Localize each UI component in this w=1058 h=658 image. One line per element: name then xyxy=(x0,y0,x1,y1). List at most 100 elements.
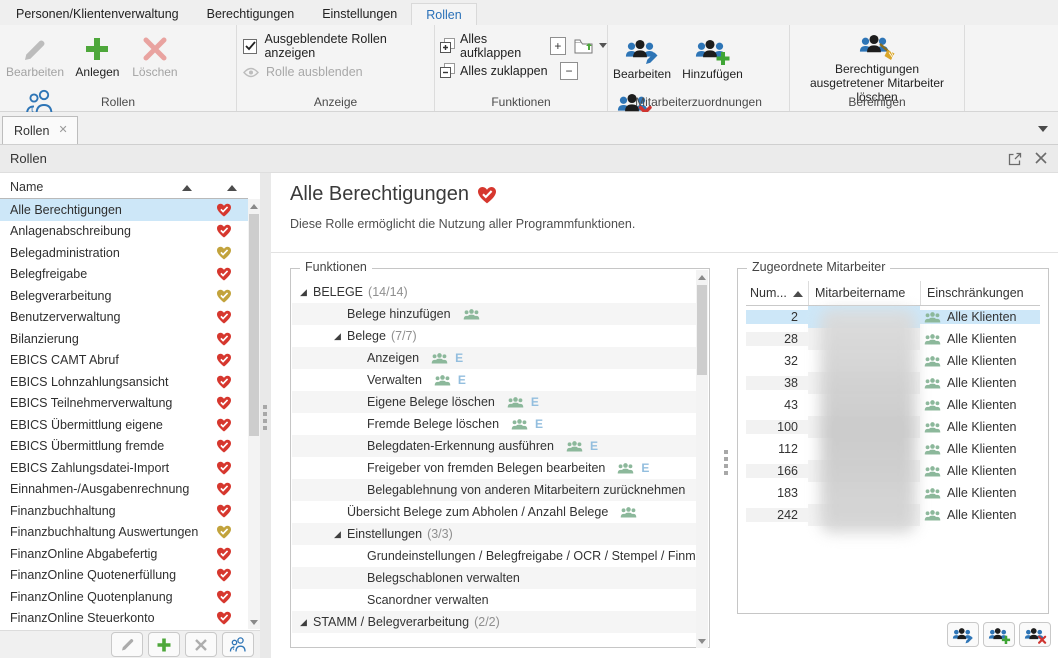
expand-all-button[interactable]: Alles aufklappen xyxy=(460,32,546,60)
role-row[interactable]: EBICS Übermittlung fremde xyxy=(0,436,248,458)
member-row[interactable]: 166 Alle Klienten xyxy=(746,460,1040,482)
add-role-small-button[interactable] xyxy=(148,632,180,657)
tab-list-dropdown-icon[interactable] xyxy=(1038,126,1048,132)
assignment-add-button[interactable]: Hinzufügen xyxy=(678,31,746,81)
function-tree-row[interactable]: ◢ Freigeber von fremden Belegen bearbeit… xyxy=(292,457,696,479)
document-tab-rollen[interactable]: Rollen ✕ xyxy=(2,116,78,144)
function-tree-row[interactable]: ◢ Belegdaten-Erkennung ausführen E xyxy=(292,435,696,457)
assignment-edit-button[interactable]: Bearbeiten xyxy=(610,31,674,81)
role-row[interactable]: FinanzOnline Steuerkonto xyxy=(0,608,248,630)
function-tree-row[interactable]: ◢ Fremde Belege löschen E xyxy=(292,413,696,435)
role-row[interactable]: FinanzOnline Abgabefertig xyxy=(0,543,248,565)
sort-asc-icon[interactable] xyxy=(793,291,803,297)
collapse-node-button[interactable]: − xyxy=(560,62,578,80)
function-tree-row[interactable]: ◢ Belegschablonen verwalten xyxy=(292,567,696,589)
member-row[interactable]: 112 Alle Klienten xyxy=(746,438,1040,460)
duplicate-role-small-button[interactable]: t xyxy=(222,632,254,657)
close-icon[interactable]: ✕ xyxy=(58,125,67,136)
ribbon-tab-berechtigungen[interactable]: Berechtigungen xyxy=(193,3,309,25)
function-tree-row[interactable]: ◢ BELEGE (14/14) xyxy=(292,281,696,303)
expander-icon[interactable]: ◢ xyxy=(300,287,313,298)
role-row[interactable]: EBICS Übermittlung eigene xyxy=(0,414,248,436)
ribbon-tab-einstellungen[interactable]: Einstellungen xyxy=(308,3,411,25)
groupbox-splitter-grip[interactable] xyxy=(724,450,728,475)
popout-icon[interactable] xyxy=(1008,152,1022,166)
ribbon-tab-rollen[interactable]: Rollen xyxy=(411,3,476,25)
number-column-header[interactable]: Num... xyxy=(746,281,808,305)
scroll-up-icon[interactable] xyxy=(696,270,708,284)
role-row[interactable]: FinanzOnline Quotenerfüllung xyxy=(0,565,248,587)
member-row[interactable]: 38 Alle Klienten xyxy=(746,372,1040,394)
close-panel-icon[interactable] xyxy=(1035,152,1047,164)
member-row[interactable]: 183 Alle Klienten xyxy=(746,482,1040,504)
name-column-header[interactable]: Mitarbeitername xyxy=(808,281,920,305)
delete-role-small-button[interactable] xyxy=(185,632,217,657)
member-row[interactable]: 2 Alle Klienten xyxy=(746,306,1040,328)
chevron-down-icon[interactable] xyxy=(599,43,607,48)
function-tree-row[interactable]: ◢ Belege hinzufügen xyxy=(292,303,696,325)
role-row[interactable]: Belegverarbeitung xyxy=(0,285,248,307)
role-row[interactable]: Finanzbuchhaltung Auswertungen xyxy=(0,522,248,544)
tree-scrollbar[interactable] xyxy=(696,270,708,648)
function-tree-row[interactable]: ◢ Anzeigen E xyxy=(292,347,696,369)
checkbox-checked-icon[interactable] xyxy=(243,39,257,54)
edit-role-button[interactable]: Bearbeiten xyxy=(4,29,66,79)
folder-import-icon[interactable] xyxy=(574,38,593,54)
member-row[interactable]: 43 Alle Klienten xyxy=(746,394,1040,416)
edit-role-small-button[interactable] xyxy=(111,632,143,657)
role-row[interactable]: Belegadministration xyxy=(0,242,248,264)
member-row[interactable]: 32 Alle Klienten xyxy=(746,350,1040,372)
role-row[interactable]: Benutzerverwaltung xyxy=(0,307,248,329)
member-row[interactable]: 242 Alle Klienten xyxy=(746,504,1040,526)
ribbon-tab-personen[interactable]: Personen/Klientenverwaltung xyxy=(2,3,193,25)
splitter-grip[interactable] xyxy=(263,405,267,430)
roles-list-header[interactable]: Name xyxy=(0,176,248,199)
function-tree-row[interactable]: ◢ Verwalten E xyxy=(292,369,696,391)
role-row[interactable]: EBICS Teilnehmerverwaltung xyxy=(0,393,248,415)
restrictions-column-header[interactable]: Einschränkungen xyxy=(920,281,1040,305)
function-tree-row[interactable]: ◢ Übersicht Belege zum Abholen / Anzahl … xyxy=(292,501,696,523)
scroll-up-icon[interactable] xyxy=(248,199,260,213)
expander-icon[interactable]: ◢ xyxy=(334,529,347,540)
role-row[interactable]: EBICS Zahlungsdatei-Import xyxy=(0,457,248,479)
function-tree-row[interactable]: ◢ Scanordner verwalten xyxy=(292,589,696,611)
function-tree-row[interactable]: ◢ Eigene Belege löschen E xyxy=(292,391,696,413)
name-column-header[interactable]: Name xyxy=(10,180,43,194)
member-delete-button[interactable] xyxy=(1019,622,1051,647)
sort-asc-icon[interactable] xyxy=(227,185,237,191)
scroll-down-icon[interactable] xyxy=(248,615,260,629)
hide-role-button[interactable]: Rolle ausblenden xyxy=(243,60,434,84)
expand-node-button[interactable]: + xyxy=(550,37,566,55)
vertical-splitter[interactable] xyxy=(260,173,271,658)
scrollbar-thumb[interactable] xyxy=(697,285,707,375)
member-edit-button[interactable] xyxy=(947,622,979,647)
delete-role-button[interactable]: Löschen xyxy=(129,29,181,79)
role-row[interactable]: Einnahmen-/Ausgabenrechnung xyxy=(0,479,248,501)
function-tree-row[interactable]: ◢ Einstellungen (3/3) xyxy=(292,523,696,545)
member-row[interactable]: 100 Alle Klienten xyxy=(746,416,1040,438)
role-row[interactable]: FinanzOnline Quotenplanung xyxy=(0,586,248,608)
role-row[interactable]: EBICS Lohnzahlungsansicht xyxy=(0,371,248,393)
function-tree-row[interactable]: ◢ Belegablehnung von anderen Mitarbeiter… xyxy=(292,479,696,501)
sort-asc-icon[interactable] xyxy=(182,185,192,191)
function-tree-row[interactable]: ◢ Belege (7/7) xyxy=(292,325,696,347)
roles-scrollbar[interactable] xyxy=(248,199,260,629)
collapse-all-button[interactable]: Alles zuklappen xyxy=(460,64,556,78)
role-row[interactable]: EBICS CAMT Abruf xyxy=(0,350,248,372)
expander-icon[interactable]: ◢ xyxy=(300,617,313,628)
role-row[interactable]: Alle Berechtigungen xyxy=(0,199,248,221)
scroll-down-icon[interactable] xyxy=(696,634,708,648)
role-row[interactable]: Bilanzierung xyxy=(0,328,248,350)
create-role-button[interactable]: Anlegen xyxy=(72,29,122,79)
expander-icon[interactable]: ◢ xyxy=(334,331,347,342)
cleanup-permissions-button[interactable]: Berechtigungen ausgetretener Mitarbeiter… xyxy=(790,27,964,104)
function-tree-row[interactable]: ◢ Grundeinstellungen / Belegfreigabe / O… xyxy=(292,545,696,567)
role-row[interactable]: Belegfreigabe xyxy=(0,264,248,286)
show-hidden-roles-checkbox-row[interactable]: Ausgeblendete Rollen anzeigen xyxy=(243,34,434,58)
member-row[interactable]: 28 Alle Klienten xyxy=(746,328,1040,350)
function-tree-row[interactable]: ◢ STAMM / Belegverarbeitung (2/2) xyxy=(292,611,696,633)
member-add-button[interactable] xyxy=(983,622,1015,647)
scrollbar-thumb[interactable] xyxy=(249,214,259,436)
role-row[interactable]: Finanzbuchhaltung xyxy=(0,500,248,522)
role-row[interactable]: Anlagenabschreibung xyxy=(0,221,248,243)
